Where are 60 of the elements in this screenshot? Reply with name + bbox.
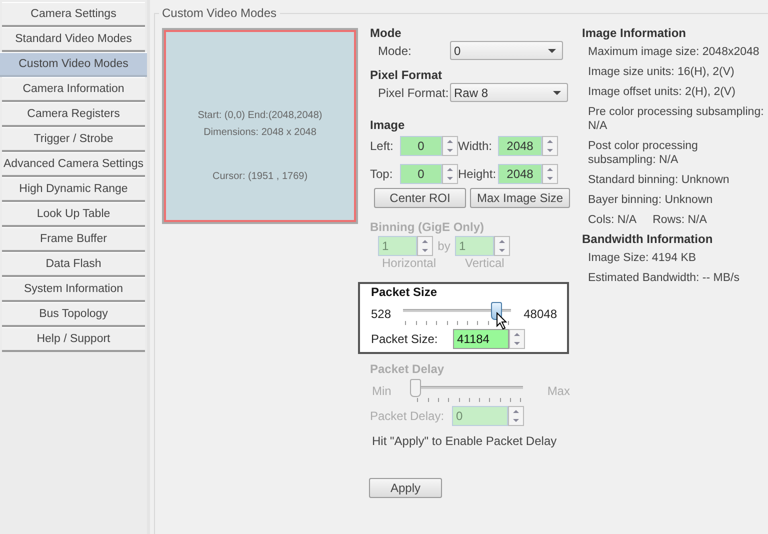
sidebar-item[interactable]: Custom Video Modes	[0, 52, 147, 77]
info-text: Rows: N/A	[652, 213, 707, 227]
section-heading: Packet Size	[371, 285, 438, 299]
field-label: Packet Size:	[371, 332, 439, 346]
preview-text: Start: (0,0) End:(2048,2048)	[198, 110, 322, 121]
push-button[interactable]: Max Image Size	[470, 188, 570, 208]
roi-preview[interactable]: Start: (0,0) End:(2048,2048) Dimensions: 2048 x 2048 Cursor: (1951 , 1769)	[164, 30, 356, 222]
info-text: Estimated Bandwidth: -- MB/s	[588, 271, 740, 285]
pixel-format-dropdown[interactable]: Raw 8	[450, 83, 568, 102]
info-text: Standard binning: Unknown	[588, 173, 730, 187]
field-label: Left:	[370, 139, 394, 153]
section-heading: Packet Delay	[370, 362, 444, 376]
preview-text: Dimensions: 2048 x 2048	[204, 127, 316, 138]
section-heading: Mode	[370, 26, 402, 40]
apply-button[interactable]: Apply	[369, 478, 442, 498]
slider-min-label: 528	[371, 307, 392, 321]
slider-max-label: Max	[547, 384, 570, 398]
hint-text: Hit "Apply" to Enable Packet Delay	[372, 434, 557, 448]
sidebar-item[interactable]: Data Flash	[2, 252, 145, 277]
field-label: Width:	[458, 139, 494, 153]
push-button[interactable]: Center ROI	[374, 188, 466, 208]
section-heading: Pixel Format	[370, 68, 442, 82]
sidebar-item[interactable]: System Information	[2, 277, 145, 302]
sidebar-item[interactable]: High Dynamic Range	[2, 177, 145, 202]
section-heading: Bandwidth Information	[582, 232, 714, 246]
field-label: Mode:	[377, 44, 412, 58]
field-label: Vertical	[465, 256, 504, 270]
section-heading: Image	[370, 118, 405, 132]
field-label: Pixel Format:	[377, 86, 450, 100]
section-heading: Image Information	[582, 26, 688, 40]
section-heading: Binning (GigE Only)	[370, 220, 485, 234]
field-label: by	[436, 239, 452, 253]
sidebar-item[interactable]: Advanced Camera Settings	[2, 152, 145, 177]
field-label: Horizontal	[382, 256, 438, 270]
info-text: Post color processing subsampling: N/A	[588, 139, 699, 167]
field-label: Height:	[458, 167, 498, 181]
field-label: Packet Delay:	[370, 409, 446, 423]
sidebar-item[interactable]: Camera Settings	[2, 2, 145, 27]
group-title: Custom Video Modes	[159, 6, 280, 20]
slider-max-label: 48048	[524, 307, 557, 321]
info-text: Image size units: 16(H), 2(V)	[588, 65, 734, 79]
preview-text: Cursor: (1951 , 1769)	[212, 171, 308, 182]
info-text: Pre color processing subsampling: N/A	[588, 105, 765, 133]
sidebar-item[interactable]: Standard Video Modes	[2, 27, 145, 52]
sidebar-item[interactable]: Trigger / Strobe	[2, 127, 145, 152]
field-label: Top:	[370, 167, 394, 181]
slider-min-label: Min	[372, 384, 392, 398]
sidebar-item[interactable]: Frame Buffer	[2, 227, 145, 252]
mode-dropdown[interactable]: 0	[450, 41, 563, 60]
info-text: Bayer binning: Unknown	[588, 193, 713, 207]
pointer-cursor-icon	[496, 312, 508, 330]
sidebar-item[interactable]: Bus Topology	[2, 302, 145, 327]
info-text: Maximum image size: 2048x2048	[588, 45, 760, 59]
sidebar-item[interactable]: Help / Support	[2, 327, 145, 352]
sidebar-item[interactable]: Camera Information	[2, 77, 145, 102]
info-text: Image Size: 4194 KB	[588, 251, 696, 265]
sidebar-item[interactable]: Camera Registers	[2, 102, 145, 127]
info-text: Image offset units: 2(H), 2(V)	[588, 85, 736, 99]
info-text: Cols: N/A	[588, 213, 637, 227]
sidebar-item[interactable]: Look Up Table	[2, 202, 145, 227]
